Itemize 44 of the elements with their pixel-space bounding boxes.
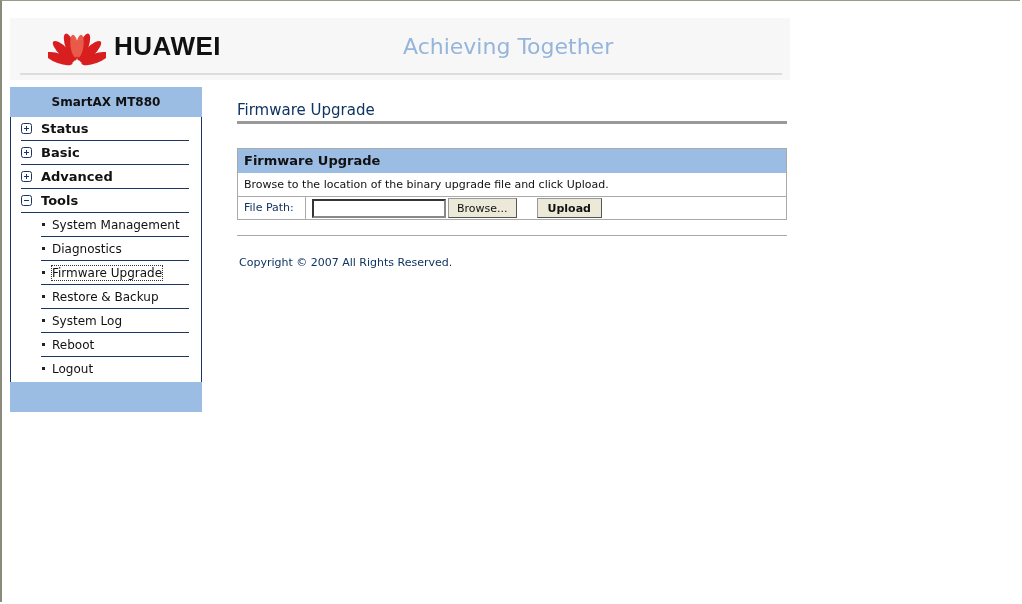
menu-item[interactable]: System Log <box>41 309 189 333</box>
menu-item-label: Diagnostics <box>52 241 122 256</box>
brand-name: HUAWEI <box>114 30 221 62</box>
copyright-text: Copyright © 2007 All Rights Reserved. <box>239 256 454 269</box>
upload-button[interactable]: Upload <box>536 198 602 218</box>
menu-item[interactable]: Diagnostics <box>41 237 189 261</box>
section-label: Basic <box>41 145 80 160</box>
browse-button[interactable]: Browse... <box>448 198 517 218</box>
menu-section[interactable]: Advanced <box>21 165 189 189</box>
plus-box-icon <box>21 147 32 158</box>
menu-section[interactable]: Tools <box>21 189 189 213</box>
section-label: Tools <box>41 193 79 208</box>
section-label: Status <box>41 121 89 136</box>
plus-box-icon <box>21 123 32 134</box>
menu-item[interactable]: Reboot <box>41 333 189 357</box>
bullet-icon <box>42 343 45 346</box>
file-path-label: File Path: <box>238 197 306 219</box>
menu-item-label: Reboot <box>52 337 95 352</box>
panel-header: Firmware Upgrade <box>238 149 786 173</box>
menu-section[interactable]: Basic <box>21 141 189 165</box>
file-path-field[interactable] <box>312 198 446 218</box>
bullet-icon <box>42 223 45 226</box>
sidebar-title: SmartAX MT880 <box>10 87 202 117</box>
bullet-icon <box>42 319 45 322</box>
menu-item-label: System Management <box>52 217 180 232</box>
menu-item-label: Restore & Backup <box>52 289 159 304</box>
menu-item[interactable]: Firmware Upgrade <box>41 261 189 285</box>
slogan: Achieving Together <box>403 33 614 59</box>
section-label: Advanced <box>41 169 113 184</box>
menu-item-label: Firmware Upgrade <box>52 265 163 280</box>
page-title: Firmware Upgrade <box>237 101 787 124</box>
instruction-text: Browse to the location of the binary upgrade file and click Upload. <box>238 173 786 197</box>
bullet-icon <box>42 247 45 250</box>
menu-item[interactable]: Restore & Backup <box>41 285 189 309</box>
plus-box-icon <box>21 171 32 182</box>
bullet-icon <box>42 271 45 274</box>
bullet-icon <box>42 295 45 298</box>
minus-box-icon <box>21 195 32 206</box>
menu-section[interactable]: Status <box>21 117 189 141</box>
menu-item-label: Logout <box>52 361 94 376</box>
menu-item-label: System Log <box>52 313 122 328</box>
menu-item[interactable]: System Management <box>41 213 189 237</box>
menu-item[interactable]: Logout <box>41 357 189 380</box>
bullet-icon <box>42 367 45 370</box>
